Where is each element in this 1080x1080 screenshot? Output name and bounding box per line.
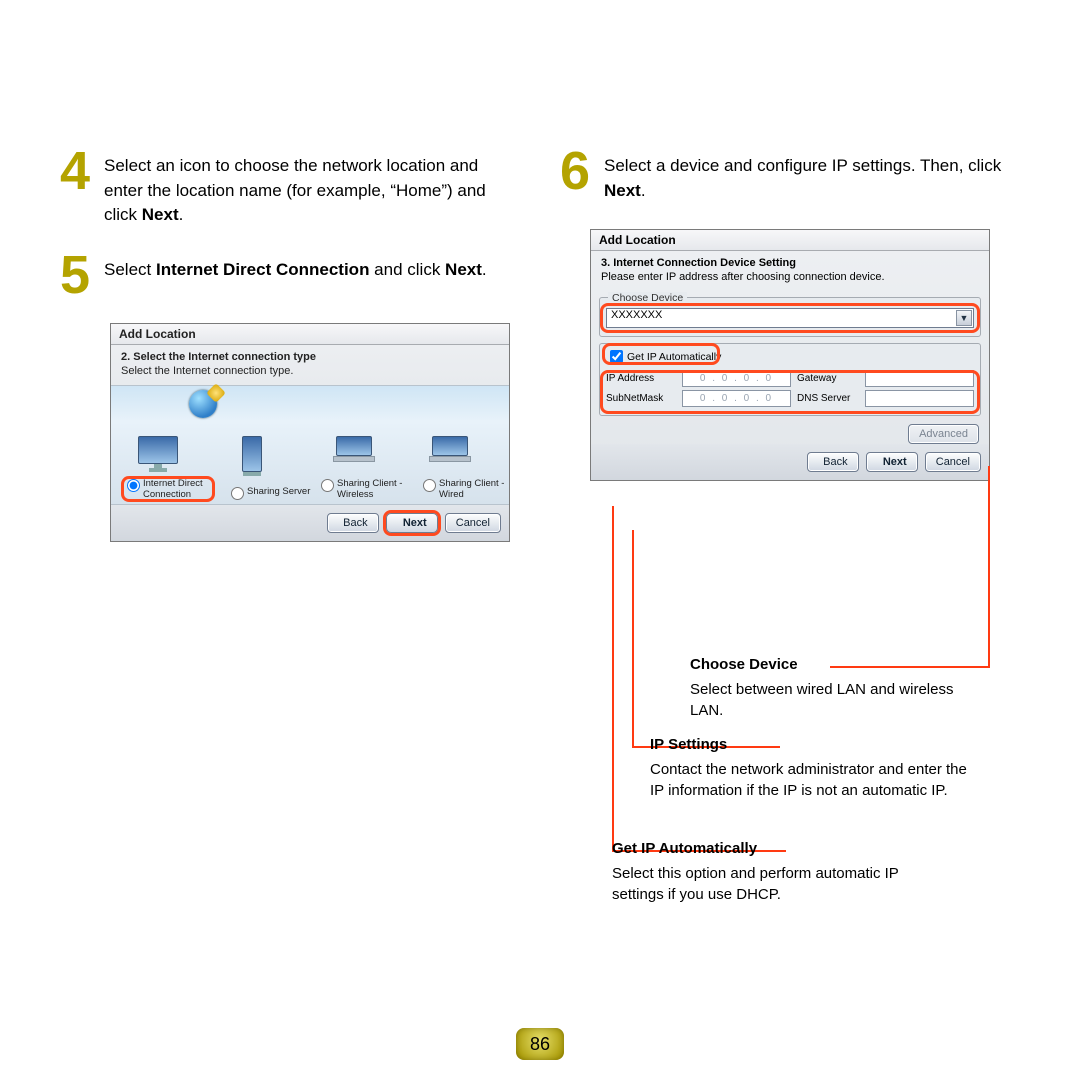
right-column: 6 Select a device and configure IP setti… <box>560 150 1020 481</box>
option-label: Internet Direct Connection <box>143 478 217 500</box>
option-internet-direct[interactable]: Internet Direct Connection <box>127 478 217 500</box>
dialog-text: Please enter IP address after choosing c… <box>591 271 989 291</box>
connection-options-row: Internet Direct Connection Sharing Serve… <box>111 385 509 505</box>
step-text: Select Internet Direct Connection and cl… <box>104 254 487 297</box>
t-bold: Next <box>445 260 482 279</box>
laptop-icon <box>331 436 377 470</box>
anno-body: Select this option and perform automatic… <box>612 865 899 903</box>
back-button[interactable]: Back <box>807 452 859 472</box>
server-icon <box>229 436 275 470</box>
option-sharing-client-wired[interactable]: Sharing Client - Wired <box>423 478 507 500</box>
cancel-button[interactable]: Cancel <box>925 452 981 472</box>
t: . <box>641 181 646 200</box>
label-gateway: Gateway <box>797 373 859 384</box>
anno-title: Choose Device <box>690 656 798 673</box>
select-value: XXXXXXX <box>611 309 662 321</box>
radio[interactable] <box>231 487 244 500</box>
dialog-subtitle: 2. Select the Internet connection type <box>111 345 509 365</box>
callout-line <box>612 506 614 852</box>
label-subnet: SubNetMask <box>606 393 676 404</box>
step-number: 6 <box>560 150 594 203</box>
dialog-title: Add Location <box>111 324 509 345</box>
left-column: 4 Select an icon to choose the network l… <box>60 150 520 542</box>
step-4: 4 Select an icon to choose the network l… <box>60 150 520 228</box>
subnet-field[interactable]: 0 . 0 . 0 . 0 <box>682 390 791 407</box>
dialog-connection-type: Add Location 2. Select the Internet conn… <box>110 323 510 542</box>
label-ip: IP Address <box>606 373 676 384</box>
anno-body: Select between wired LAN and wireless LA… <box>690 681 953 719</box>
device-select[interactable]: XXXXXXX ▼ <box>606 308 974 328</box>
page-number-badge: 86 <box>516 1028 564 1060</box>
back-button[interactable]: Back <box>327 513 379 533</box>
t: . <box>482 260 487 279</box>
checkbox[interactable] <box>610 350 623 363</box>
choose-device-group: Choose Device XXXXXXX ▼ <box>599 297 981 337</box>
anno-ip-settings: IP Settings Contact the network administ… <box>650 734 970 801</box>
t: Select a device and configure IP setting… <box>604 156 1001 175</box>
t: . <box>179 205 184 224</box>
gateway-field[interactable] <box>865 370 974 387</box>
dialog-title: Add Location <box>591 230 989 251</box>
step-number: 5 <box>60 254 94 297</box>
dialog-subtitle: 3. Internet Connection Device Setting <box>591 251 989 271</box>
dialog-text: Select the Internet connection type. <box>111 365 509 385</box>
group-label: Choose Device <box>608 292 687 304</box>
dialog-device-setting: Add Location 3. Internet Connection Devi… <box>590 229 990 481</box>
t-bold: Next <box>142 205 179 224</box>
advanced-row: Advanced <box>591 420 989 444</box>
anno-body: Contact the network administrator and en… <box>650 761 967 799</box>
anno-choose-device: Choose Device Select between wired LAN a… <box>690 654 990 721</box>
radio[interactable] <box>321 479 334 492</box>
callout-line <box>632 530 634 748</box>
step-6: 6 Select a device and configure IP setti… <box>560 150 1020 203</box>
advanced-button[interactable]: Advanced <box>908 424 979 444</box>
callout-line <box>988 466 990 668</box>
step-number: 4 <box>60 150 94 228</box>
get-ip-auto[interactable]: Get IP Automatically <box>606 348 725 365</box>
internet-globe-icon <box>189 390 217 418</box>
ip-settings-group: Get IP Automatically IP Address 0 . 0 . … <box>599 343 981 416</box>
t-bold: Next <box>604 181 641 200</box>
cancel-button[interactable]: Cancel <box>445 513 501 533</box>
ip-grid: IP Address 0 . 0 . 0 . 0 Gateway SubNetM… <box>606 370 974 407</box>
chevron-down-icon[interactable]: ▼ <box>956 310 972 326</box>
option-sharing-client-wireless[interactable]: Sharing Client - Wireless <box>321 478 411 500</box>
dns-field[interactable] <box>865 390 974 407</box>
anno-title: IP Settings <box>650 736 727 753</box>
t: and click <box>369 260 445 279</box>
option-sharing-server[interactable]: Sharing Server <box>231 486 310 500</box>
step-text: Select an icon to choose the network loc… <box>104 150 520 228</box>
laptop-icon <box>427 436 473 470</box>
radio[interactable] <box>127 479 140 492</box>
ip-address-field[interactable]: 0 . 0 . 0 . 0 <box>682 370 791 387</box>
t-bold: Internet Direct Connection <box>156 260 369 279</box>
next-button[interactable]: Next <box>386 513 438 533</box>
option-label: Sharing Client - Wired <box>439 478 507 500</box>
label-dns: DNS Server <box>797 393 859 404</box>
page-number: 86 <box>530 1034 550 1055</box>
anno-get-ip-auto: Get IP Automatically Select this option … <box>612 838 932 905</box>
checkbox-label: Get IP Automatically <box>627 351 721 363</box>
step-text: Select a device and configure IP setting… <box>604 150 1020 203</box>
t: Select <box>104 260 156 279</box>
pc-icon <box>135 436 181 470</box>
radio[interactable] <box>423 479 436 492</box>
dialog-buttons: Back Next Cancel <box>591 444 989 480</box>
step-5: 5 Select Internet Direct Connection and … <box>60 254 520 297</box>
option-label: Sharing Server <box>247 486 310 497</box>
dialog-buttons: Back Next Cancel <box>111 505 509 541</box>
anno-title: Get IP Automatically <box>612 840 757 857</box>
option-label: Sharing Client - Wireless <box>337 478 411 500</box>
next-button[interactable]: Next <box>866 452 918 472</box>
